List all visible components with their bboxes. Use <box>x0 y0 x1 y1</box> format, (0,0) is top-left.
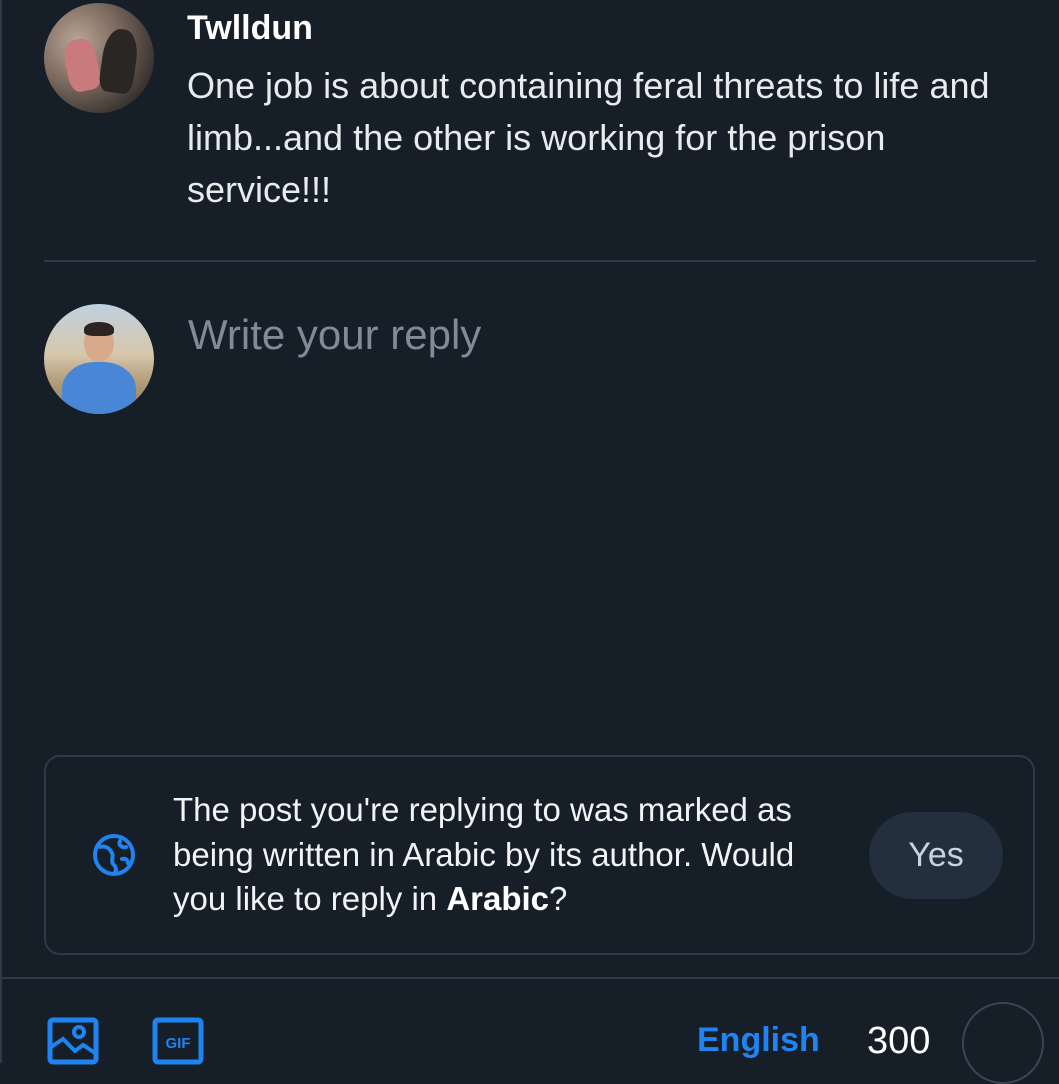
user-avatar <box>44 304 154 414</box>
notice-text-after: ? <box>549 880 568 917</box>
divider <box>44 260 1036 262</box>
image-icon[interactable] <box>47 1017 99 1065</box>
reply-input[interactable] <box>188 306 1028 726</box>
avatar-hair <box>84 322 114 336</box>
post-text: One job is about containing feral threat… <box>187 65 990 210</box>
confirm-language-button[interactable]: Yes <box>869 812 1003 899</box>
character-count: 300 <box>867 1020 931 1062</box>
notice-language: Arabic <box>446 880 550 917</box>
svg-text:GIF: GIF <box>166 1035 191 1052</box>
post-author-avatar[interactable] <box>44 3 154 113</box>
avatar-figure <box>60 36 104 94</box>
language-selector[interactable]: English <box>697 1020 820 1060</box>
avatar-shirt <box>62 362 136 414</box>
toolbar-divider <box>0 977 1059 979</box>
gif-icon[interactable]: GIF <box>152 1017 204 1065</box>
post-author-name[interactable]: Twlldun <box>187 8 313 48</box>
character-progress-ring <box>962 1002 1044 1084</box>
avatar-figure <box>97 26 141 96</box>
globe-icon <box>93 834 135 876</box>
language-notice-text: The post you're replying to was marked a… <box>173 788 853 922</box>
